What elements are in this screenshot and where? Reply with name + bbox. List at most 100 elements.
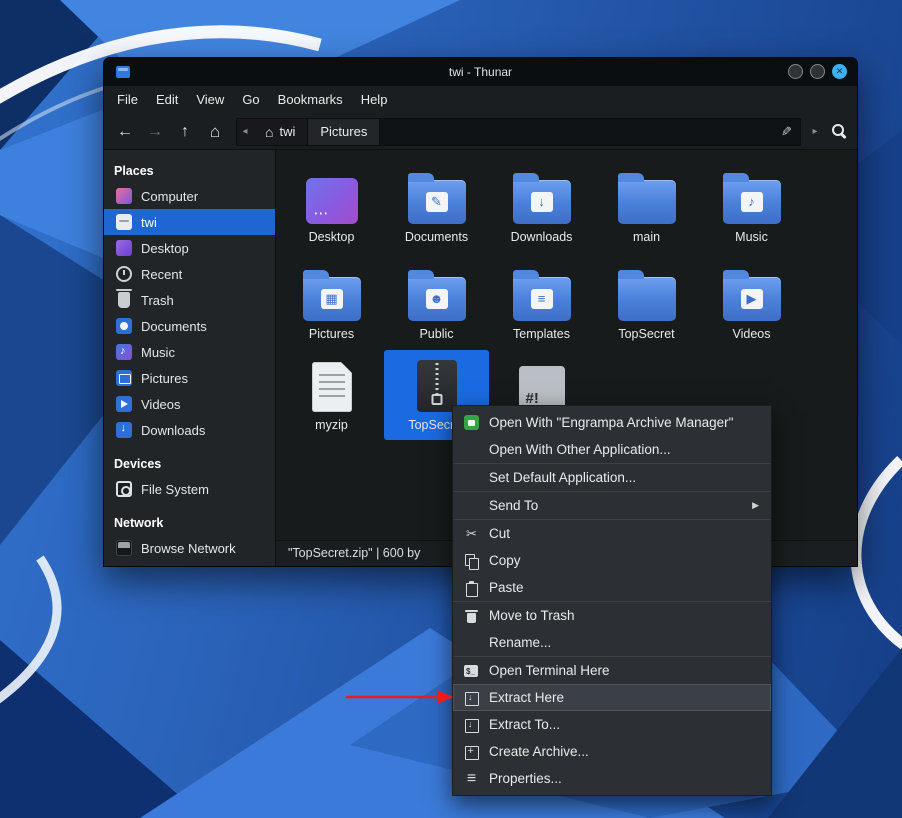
file-label: TopSecret: [618, 327, 674, 341]
sidebar-item-desktop[interactable]: Desktop: [104, 235, 275, 261]
menu-item-paste[interactable]: Paste: [453, 574, 771, 601]
file-item-topsecret-folder[interactable]: TopSecret: [594, 259, 699, 349]
sidebar-item-filesystem[interactable]: File System: [104, 476, 275, 502]
file-item-desktop[interactable]: Desktop: [279, 162, 384, 252]
menu-item-open-terminal-here[interactable]: Open Terminal Here: [453, 657, 771, 684]
menu-item-label: Move to Trash: [489, 608, 575, 623]
menu-item-label: Properties...: [489, 771, 562, 786]
copy-icon: [463, 553, 480, 569]
menu-item-properties[interactable]: Properties...: [453, 765, 771, 792]
menu-item-cut[interactable]: Cut: [453, 520, 771, 547]
file-item-public[interactable]: ☻ Public: [384, 259, 489, 349]
sidebar-item-twi[interactable]: twi: [104, 209, 275, 235]
menu-view[interactable]: View: [187, 86, 233, 114]
file-label: Pictures: [309, 327, 354, 341]
window-title: twi - Thunar: [104, 65, 857, 79]
file-item-videos[interactable]: ▶ Videos: [699, 259, 804, 349]
menu-item-open-with-engrampa[interactable]: Open With "Engrampa Archive Manager": [453, 409, 771, 436]
path-button-pictures[interactable]: Pictures: [308, 119, 380, 145]
path-bar: twi Pictures: [236, 118, 801, 146]
sidebar-item-label: Downloads: [141, 423, 205, 438]
sidebar-item-label: Recent: [141, 267, 182, 282]
home-icon[interactable]: [202, 119, 228, 145]
file-item-pictures[interactable]: ▦ Pictures: [279, 259, 384, 349]
sidebar-item-pictures[interactable]: Pictures: [104, 365, 275, 391]
menu-item-move-to-trash[interactable]: Move to Trash: [453, 602, 771, 629]
file-item-downloads[interactable]: ↓ Downloads: [489, 162, 594, 252]
location-entry[interactable]: [380, 119, 800, 145]
sidebar-item-label: Computer: [141, 189, 198, 204]
menu-item-send-to[interactable]: Send To: [453, 492, 771, 519]
file-item-myzip[interactable]: myzip: [279, 350, 384, 440]
menu-item-extract-to[interactable]: Extract To...: [453, 711, 771, 738]
devices-header: Devices: [104, 449, 275, 476]
sidebar-item-label: Music: [141, 345, 175, 360]
terminal-icon: [463, 663, 480, 679]
menu-go[interactable]: Go: [233, 86, 268, 114]
menu-item-label: Cut: [489, 526, 510, 541]
path-scroll-left-icon[interactable]: [237, 119, 253, 145]
menu-item-copy[interactable]: Copy: [453, 547, 771, 574]
folder-music-icon: ♪: [723, 180, 781, 224]
text-file-icon: [312, 362, 352, 412]
maximize-button[interactable]: [810, 64, 825, 79]
zip-file-icon: [417, 360, 457, 412]
title-bar[interactable]: twi - Thunar: [104, 58, 857, 86]
close-button[interactable]: [832, 64, 847, 79]
menu-bookmarks[interactable]: Bookmarks: [269, 86, 352, 114]
sidebar-item-videos[interactable]: Videos: [104, 391, 275, 417]
context-menu: Open With "Engrampa Archive Manager" Ope…: [452, 405, 772, 796]
sidebar-item-computer[interactable]: Computer: [104, 183, 275, 209]
forward-icon[interactable]: [142, 119, 168, 145]
edit-path-icon[interactable]: [781, 123, 792, 141]
file-label: Documents: [405, 230, 468, 244]
file-label: main: [633, 230, 660, 244]
folder-templates-icon: ≡: [513, 277, 571, 321]
blank-icon: [463, 470, 480, 486]
menu-file[interactable]: File: [108, 86, 147, 114]
menu-item-rename[interactable]: Rename...: [453, 629, 771, 656]
videos-icon: [116, 396, 132, 412]
menu-item-label: Open Terminal Here: [489, 663, 610, 678]
minimize-button[interactable]: [788, 64, 803, 79]
sidebar-item-downloads[interactable]: Downloads: [104, 417, 275, 443]
file-item-templates[interactable]: ≡ Templates: [489, 259, 594, 349]
sidebar-item-label: Documents: [141, 319, 207, 334]
engrampa-icon: [464, 415, 479, 430]
menu-item-open-with-other[interactable]: Open With Other Application...: [453, 436, 771, 463]
folder-public-icon: ☻: [408, 277, 466, 321]
menu-item-label: Open With "Engrampa Archive Manager": [489, 415, 733, 430]
network-header: Network: [104, 508, 275, 535]
path-button-home[interactable]: twi: [253, 119, 308, 145]
menu-item-extract-here[interactable]: Extract Here: [453, 684, 771, 711]
folder-icon: [618, 277, 676, 321]
folder-downloads-icon: ↓: [513, 180, 571, 224]
menu-edit[interactable]: Edit: [147, 86, 187, 114]
up-icon[interactable]: [172, 119, 198, 145]
back-icon[interactable]: [112, 119, 138, 145]
screen: twi - Thunar File Edit View Go Bookmarks…: [0, 0, 902, 818]
menu-item-label: Copy: [489, 553, 521, 568]
sidebar-item-trash[interactable]: Trash: [104, 287, 275, 313]
file-item-music[interactable]: ♪ Music: [699, 162, 804, 252]
sidebar-item-browse-network[interactable]: Browse Network: [104, 535, 275, 561]
file-label: Videos: [733, 327, 771, 341]
path-scroll-right-icon[interactable]: [807, 126, 823, 137]
menu-help[interactable]: Help: [352, 86, 397, 114]
sidebar-item-label: Pictures: [141, 371, 188, 386]
network-icon: [116, 540, 132, 556]
submenu-arrow-icon: [752, 500, 759, 511]
menu-bar: File Edit View Go Bookmarks Help: [104, 86, 857, 114]
menu-item-set-default-application[interactable]: Set Default Application...: [453, 464, 771, 491]
blank-icon: [463, 498, 480, 514]
file-item-documents[interactable]: ✎ Documents: [384, 162, 489, 252]
sidebar-item-music[interactable]: Music: [104, 339, 275, 365]
file-label: myzip: [315, 418, 348, 432]
menu-item-create-archive[interactable]: Create Archive...: [453, 738, 771, 765]
search-icon[interactable]: [831, 123, 848, 140]
sidebar-item-recent[interactable]: Recent: [104, 261, 275, 287]
trash-icon: [118, 292, 130, 308]
places-header: Places: [104, 156, 275, 183]
sidebar-item-documents[interactable]: Documents: [104, 313, 275, 339]
file-item-main[interactable]: main: [594, 162, 699, 252]
